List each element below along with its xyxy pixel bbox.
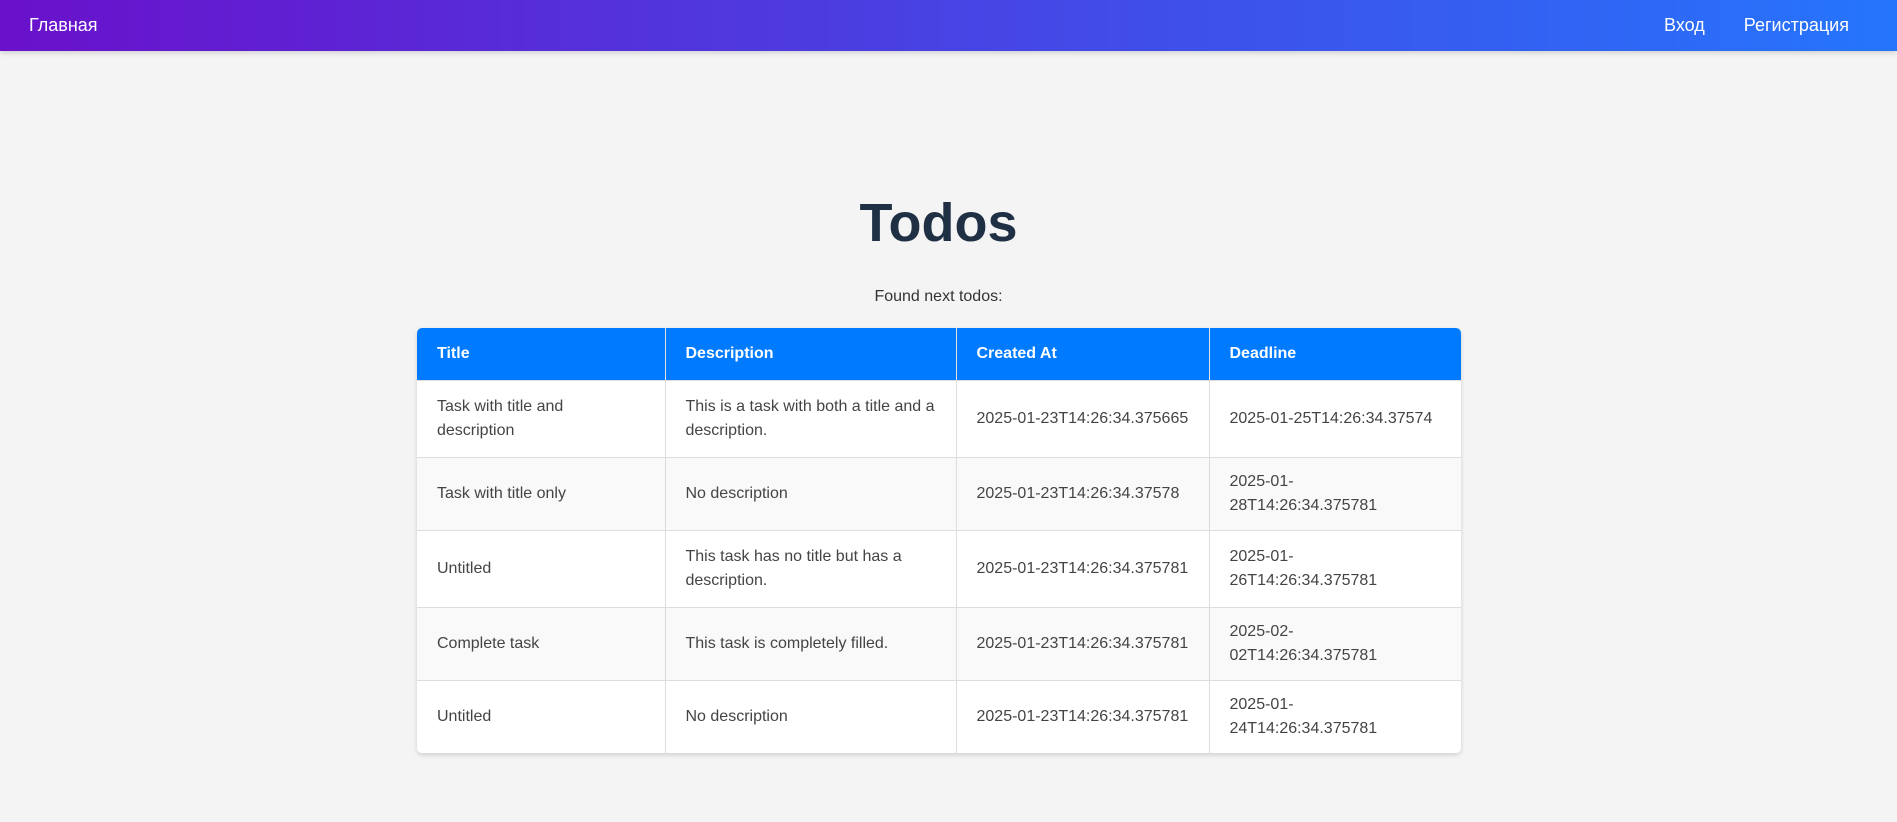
- cell-created-at: 2025-01-23T14:26:34.375665: [956, 379, 1210, 457]
- table-row: Complete task This task is completely fi…: [417, 606, 1461, 680]
- cell-title: Task with title and description: [417, 379, 666, 457]
- nav-register-link[interactable]: Регистрация: [1744, 15, 1849, 36]
- cell-description: No description: [665, 456, 957, 530]
- cell-deadline: 2025-01-25T14:26:34.37574: [1209, 379, 1461, 457]
- table-row: Task with title only No description 2025…: [417, 456, 1461, 530]
- cell-title: Untitled: [417, 679, 666, 753]
- cell-title: Untitled: [417, 529, 666, 607]
- column-header-created-at: Created At: [956, 328, 1210, 380]
- column-header-title: Title: [417, 328, 666, 380]
- cell-title: Task with title only: [417, 456, 666, 530]
- nav-home-link[interactable]: Главная: [29, 15, 98, 36]
- table-row: Untitled No description 2025-01-23T14:26…: [417, 679, 1461, 753]
- table-header: Title Description Created At Deadline: [417, 328, 1461, 380]
- cell-deadline: 2025-02-02T14:26:34.375781: [1209, 606, 1461, 680]
- top-navbar: Главная Вход Регистрация: [0, 0, 1897, 51]
- nav-auth-links: Вход Регистрация: [1664, 15, 1849, 36]
- cell-created-at: 2025-01-23T14:26:34.375781: [956, 606, 1210, 680]
- todos-table: Title Description Created At Deadline Ta…: [417, 328, 1461, 753]
- todos-table-container: Title Description Created At Deadline Ta…: [417, 328, 1461, 753]
- cell-created-at: 2025-01-23T14:26:34.375781: [956, 529, 1210, 607]
- cell-title: Complete task: [417, 606, 666, 680]
- cell-created-at: 2025-01-23T14:26:34.37578: [956, 456, 1210, 530]
- cell-description: This task has no title but has a descrip…: [665, 529, 957, 607]
- page-title: Todos: [859, 193, 1018, 253]
- cell-deadline: 2025-01-28T14:26:34.375781: [1209, 456, 1461, 530]
- cell-description: This is a task with both a title and a d…: [665, 379, 957, 457]
- table-row: Task with title and description This is …: [417, 379, 1461, 457]
- cell-deadline: 2025-01-26T14:26:34.375781: [1209, 529, 1461, 607]
- nav-login-link[interactable]: Вход: [1664, 15, 1705, 36]
- column-header-deadline: Deadline: [1209, 328, 1461, 380]
- table-row: Untitled This task has no title but has …: [417, 529, 1461, 607]
- cell-description: This task is completely filled.: [665, 606, 957, 680]
- cell-description: No description: [665, 679, 957, 753]
- table-body: Task with title and description This is …: [417, 379, 1461, 753]
- cell-deadline: 2025-01-24T14:26:34.375781: [1209, 679, 1461, 753]
- page-subtitle: Found next todos:: [874, 288, 1003, 305]
- cell-created-at: 2025-01-23T14:26:34.375781: [956, 679, 1210, 753]
- table-header-row: Title Description Created At Deadline: [417, 328, 1461, 380]
- column-header-description: Description: [665, 328, 957, 380]
